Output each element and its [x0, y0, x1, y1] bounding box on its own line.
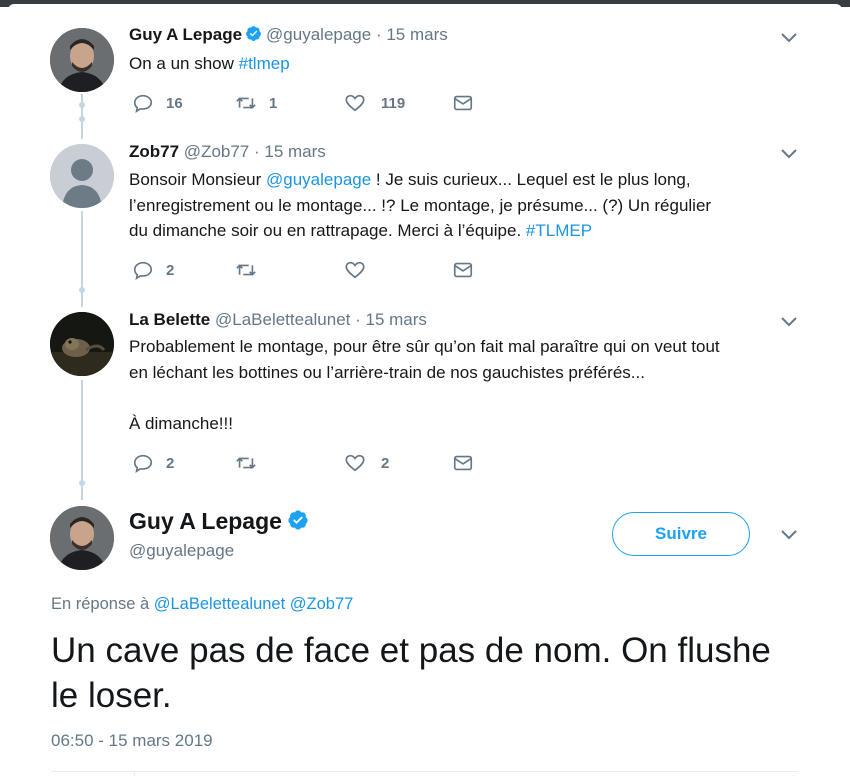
- chevron-down-icon[interactable]: [780, 32, 798, 44]
- retweet-button[interactable]: [235, 259, 257, 281]
- like-button[interactable]: [344, 259, 366, 281]
- tweet-date[interactable]: 15 mars: [386, 25, 447, 44]
- retweet-icon: [236, 264, 256, 276]
- tweet-header: Zob77 @Zob77 · 15 mars: [129, 142, 326, 161]
- tweet-header: Guy A Lepage @guyalepage · 15 mars: [129, 25, 448, 44]
- message-button[interactable]: [452, 452, 474, 474]
- tweet-text: Probablement le montage, pour être sûr q…: [129, 337, 720, 433]
- retweet-button[interactable]: 1: [235, 92, 277, 114]
- chevron-down-icon[interactable]: [780, 148, 798, 160]
- divider: [134, 771, 135, 776]
- reply-count: 2: [166, 261, 175, 279]
- tweet-card-top-edge: [8, 4, 842, 10]
- follow-button[interactable]: Suivre: [612, 512, 750, 556]
- tweet-text: On a un show #tlmep: [129, 54, 290, 73]
- retweet-count: 1: [269, 94, 278, 112]
- reply-icon: [133, 94, 153, 113]
- tweet-timestamp[interactable]: 06:50 - 15 mars 2019: [51, 731, 213, 751]
- thread-connector: [79, 94, 85, 139]
- thread-connector: [79, 211, 85, 307]
- like-button[interactable]: 119: [344, 92, 405, 114]
- hashtag-link[interactable]: #TLMEP: [526, 221, 592, 240]
- reply-mentions-link[interactable]: @LaBelettealunet @Zob77: [154, 595, 354, 613]
- reply-count: 2: [166, 454, 175, 472]
- reply-context: En réponse à @LaBelettealunet @Zob77: [51, 595, 354, 613]
- reply-button[interactable]: 2: [132, 452, 174, 474]
- reply-button[interactable]: 16: [132, 92, 183, 114]
- reply-button[interactable]: 2: [132, 259, 174, 281]
- author-handle[interactable]: @guyalepage: [129, 541, 234, 561]
- message-icon: [453, 262, 473, 278]
- thread-connector: [79, 380, 85, 500]
- chevron-down-icon[interactable]: [780, 316, 798, 328]
- retweet-button[interactable]: [235, 452, 257, 474]
- retweet-icon: [236, 97, 256, 109]
- like-icon: [345, 454, 365, 472]
- chevron-down-icon[interactable]: [780, 529, 798, 541]
- reply-icon: [133, 454, 153, 473]
- main-tweet-text: Un cave pas de face et pas de nom. On fl…: [51, 631, 771, 715]
- verified-icon: [288, 510, 308, 530]
- author-handle[interactable]: @Zob77: [184, 142, 249, 161]
- reply-icon: [133, 261, 153, 280]
- reply-count: 16: [166, 94, 183, 112]
- tweet-text: Bonsoir Monsieur @guyalepage ! Je suis c…: [129, 170, 712, 240]
- message-icon: [453, 95, 473, 111]
- author-name[interactable]: Guy A Lepage: [129, 508, 309, 535]
- avatar[interactable]: [50, 144, 114, 208]
- avatar[interactable]: [50, 28, 114, 92]
- like-count: 119: [381, 94, 406, 112]
- message-button[interactable]: [452, 259, 474, 281]
- author-name[interactable]: Guy A Lepage: [129, 25, 242, 44]
- author-name[interactable]: La Belette: [129, 310, 210, 329]
- message-button[interactable]: [452, 92, 474, 114]
- tweet-header: La Belette @LaBelettealunet · 15 mars: [129, 310, 427, 329]
- like-count: 2: [381, 454, 390, 472]
- avatar[interactable]: [50, 312, 114, 376]
- author-name[interactable]: Zob77: [129, 142, 179, 161]
- avatar[interactable]: [50, 506, 114, 570]
- message-icon: [453, 455, 473, 471]
- tweet-date[interactable]: 15 mars: [264, 142, 325, 161]
- tweet-date[interactable]: 15 mars: [366, 310, 427, 329]
- verified-icon: [246, 26, 261, 41]
- author-handle[interactable]: @guyalepage: [266, 25, 371, 44]
- retweet-icon: [236, 457, 256, 469]
- divider: [51, 771, 798, 772]
- like-icon: [345, 261, 365, 279]
- like-button[interactable]: 2: [344, 452, 389, 474]
- like-icon: [345, 94, 365, 112]
- hashtag-link[interactable]: #tlmep: [239, 54, 290, 73]
- author-handle[interactable]: @LaBelettealunet: [215, 310, 350, 329]
- mention-link[interactable]: @guyalepage: [266, 170, 371, 189]
